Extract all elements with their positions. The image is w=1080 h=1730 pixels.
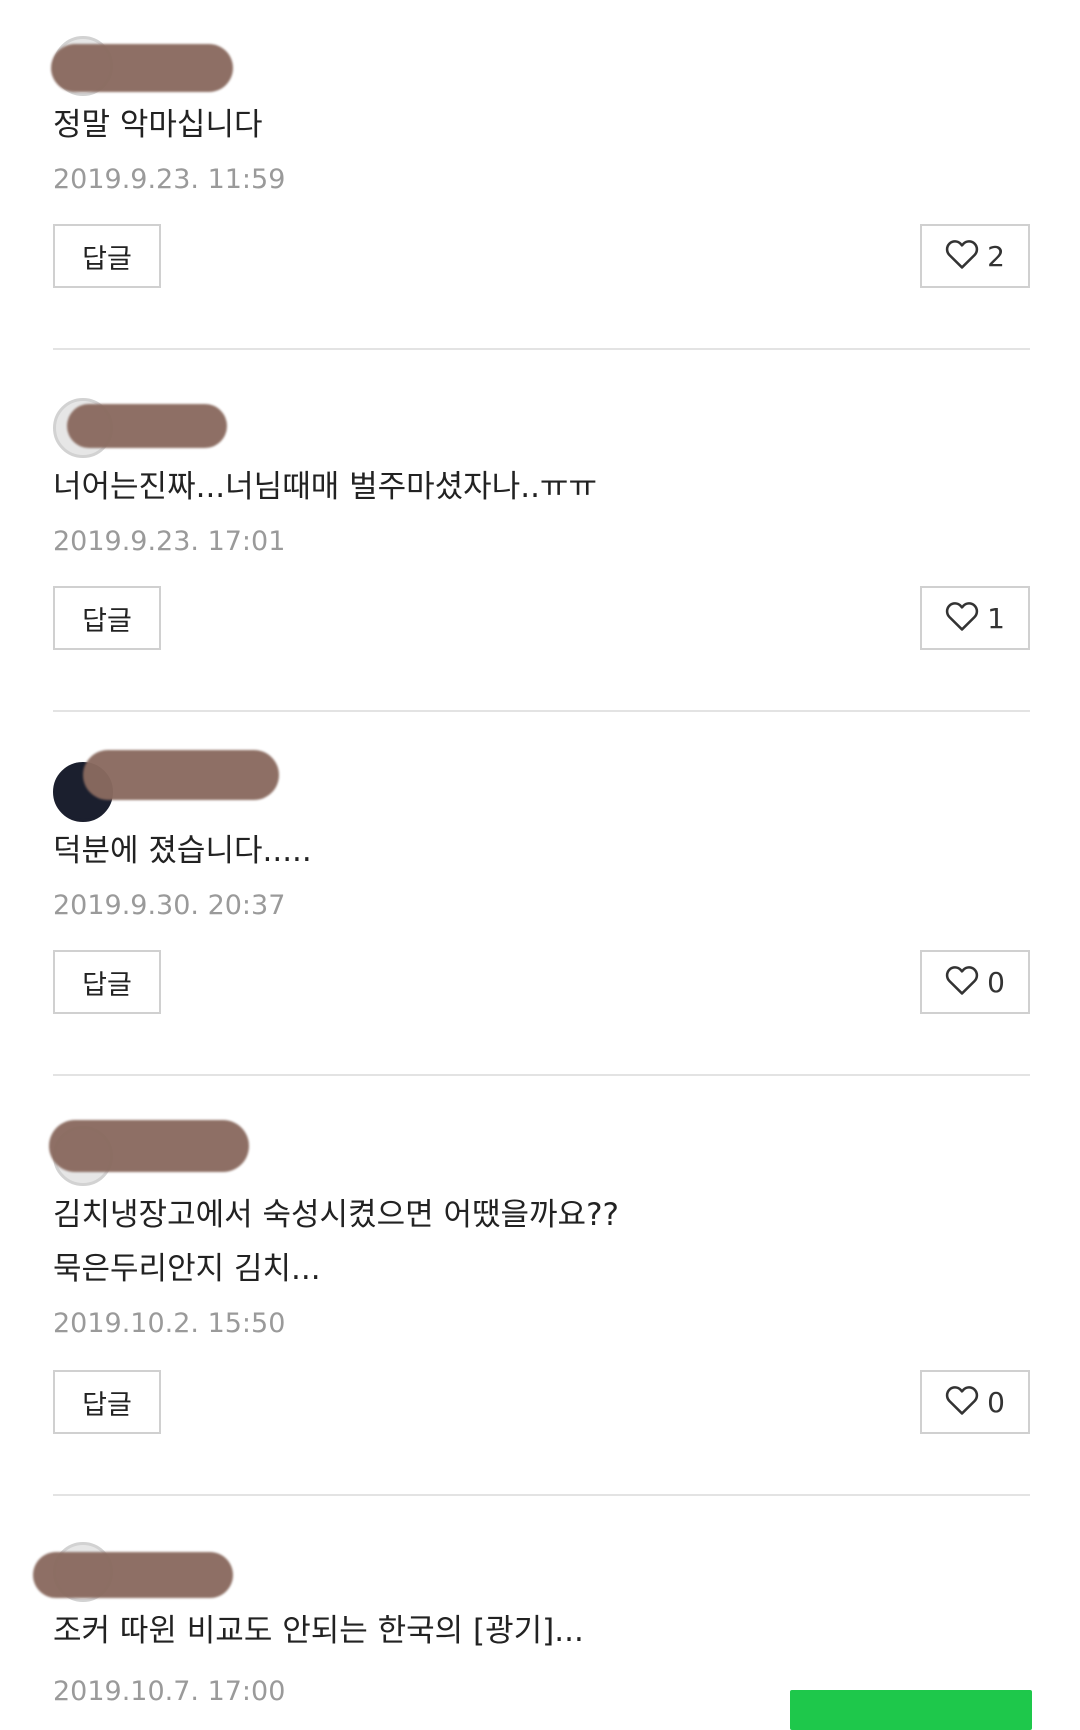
like-count: 1: [987, 601, 1005, 635]
comment-text: 너어는진짜...너님때매 벌주마셨자나..ㅠㅠ: [53, 469, 597, 505]
redacted-username: [33, 1552, 233, 1598]
comment-timestamp: 2019.9.23. 11:59: [53, 164, 286, 195]
reply-button[interactable]: 답글: [53, 950, 161, 1014]
divider: [53, 1494, 1030, 1496]
comment-text: 덕분에 졌습니다.....: [53, 833, 312, 869]
heart-outline-icon: [945, 1384, 979, 1420]
comment-item: 김치냉장고에서 숙성시켰으면 어땠을까요?? 묵은두리안지 김치... 2019…: [49, 1120, 1030, 1456]
redacted-username: [49, 1120, 249, 1172]
comment-timestamp: 2019.9.23. 17:01: [53, 526, 286, 557]
heart-outline-icon: [945, 238, 979, 274]
like-button[interactable]: 2: [920, 224, 1030, 288]
like-button[interactable]: 1: [920, 586, 1030, 650]
heart-outline-icon: [945, 964, 979, 1000]
divider: [53, 348, 1030, 350]
comment-text-line-2: 묵은두리안지 김치...: [53, 1251, 321, 1287]
comment-item: 덕분에 졌습니다..... 2019.9.30. 20:37 답글 0: [53, 750, 1030, 1014]
comment-timestamp: 2019.10.7. 17:00: [53, 1676, 286, 1707]
reply-button[interactable]: 답글: [53, 586, 161, 650]
like-count: 2: [987, 239, 1005, 273]
comment-timestamp: 2019.10.2. 15:50: [53, 1308, 286, 1339]
reply-button[interactable]: 답글: [53, 224, 161, 288]
comment-item: 너어는진짜...너님때매 벌주마셨자나..ㅠㅠ 2019.9.23. 17:01…: [53, 398, 1030, 650]
comment-text: 조커 따윈 비교도 안되는 한국의 [광기]...: [53, 1613, 584, 1649]
like-count: 0: [987, 1385, 1005, 1419]
redacted-username: [83, 750, 279, 800]
divider: [53, 1074, 1030, 1076]
comment-text-line-1: 김치냉장고에서 숙성시켰으면 어땠을까요??: [53, 1197, 619, 1233]
comment-timestamp: 2019.9.30. 20:37: [53, 890, 286, 921]
redacted-username: [67, 404, 227, 448]
green-action-button[interactable]: [790, 1690, 1032, 1730]
like-button[interactable]: 0: [920, 950, 1030, 1014]
reply-button[interactable]: 답글: [53, 1370, 161, 1434]
like-button[interactable]: 0: [920, 1370, 1030, 1434]
comment-item: 정말 악마십니다 2019.9.23. 11:59 답글 2: [51, 36, 1030, 288]
redacted-username: [51, 44, 233, 92]
heart-outline-icon: [945, 600, 979, 636]
like-count: 0: [987, 965, 1005, 999]
comment-text: 정말 악마십니다: [53, 107, 263, 143]
divider: [53, 710, 1030, 712]
